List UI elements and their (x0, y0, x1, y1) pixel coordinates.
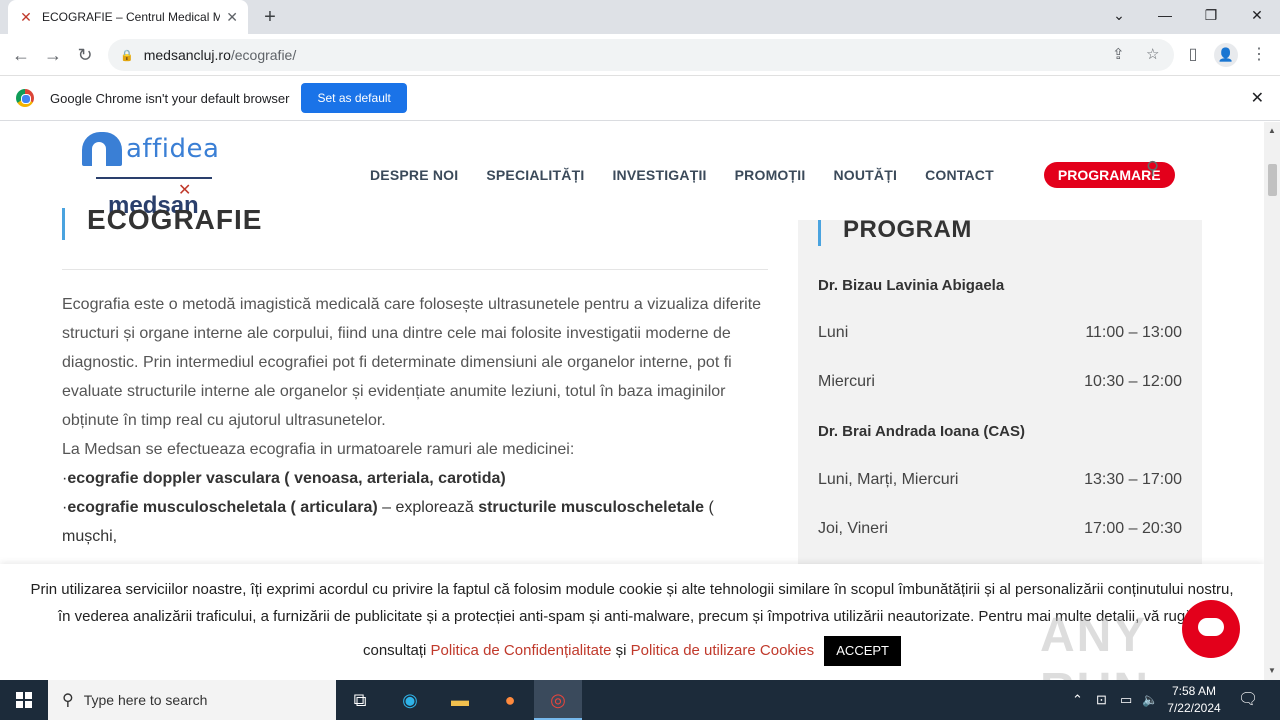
tray-overflow-icon[interactable]: ⌃ (1072, 680, 1083, 720)
doctor-name: Dr. Brai Andrada Ioana (CAS) (818, 423, 1025, 440)
task-view-icon[interactable]: ⧉ (336, 680, 384, 720)
menu-icon[interactable]: ⋮ (1248, 44, 1270, 64)
bookmark-star-icon[interactable]: ☆ (1146, 45, 1159, 63)
list-item: ·ecografie doppler vasculara ( venoasa, … (62, 470, 506, 487)
monitor-icon[interactable]: ▭ (1120, 680, 1132, 720)
firefox-icon[interactable]: ● (486, 680, 534, 720)
search-icon[interactable]: ⚲ (1146, 158, 1159, 179)
cookie-and-text: și (611, 641, 631, 659)
browser-tab[interactable]: ✕ ECOGRAFIE – Centrul Medical M ✕ (8, 0, 248, 34)
schedule-row: Joi, Vineri 17:00 – 20:30 (818, 520, 1182, 538)
edge-icon[interactable]: ◉ (386, 680, 434, 720)
scroll-down-arrow-icon[interactable]: ▼ (1268, 666, 1276, 675)
schedule-day: Miercuri (818, 373, 875, 390)
forward-button[interactable]: → (40, 42, 66, 68)
set-default-button[interactable]: Set as default (301, 83, 407, 113)
clock-time: 7:58 AM (1171, 684, 1217, 698)
logo-divider (96, 177, 212, 179)
url-path: /ecografie/ (230, 47, 297, 63)
nav-despre-noi[interactable]: DESPRE NOI (370, 167, 458, 183)
profile-avatar[interactable]: 👤 (1214, 43, 1238, 67)
nav-contact[interactable]: CONTACT (925, 167, 994, 183)
schedule-row: Miercuri 10:30 – 12:00 (818, 373, 1182, 391)
nav-promotii[interactable]: PROMOȚII (735, 167, 806, 183)
schedule-day: Luni (818, 324, 849, 341)
address-bar[interactable]: 🔒 medsancluj.ro /ecografie/ ⇪ ☆ (108, 39, 1174, 71)
cookie-line-1: Prin utilizarea serviciilor noastre, îți… (30, 581, 1234, 598)
intro-paragraph: Ecografia este o metodă imagistică medic… (62, 296, 762, 429)
chrome-taskbar-icon[interactable]: ◎ (534, 680, 582, 720)
web-viewport: affidea ✕ medsan DESPRE NOI SPECIALITĂȚI… (0, 122, 1264, 680)
start-button[interactable] (0, 680, 48, 720)
schedule-row: Luni 11:00 – 13:00 (818, 324, 1182, 342)
taskbar-search-placeholder: Type here to search (83, 692, 208, 708)
clock-date: 7/22/2024 (1167, 701, 1221, 715)
doctor-name: Dr. Bizau Lavinia Abigaela (818, 277, 1005, 294)
schedule-day: Joi, Vineri (818, 520, 888, 537)
sidebar-title-block: PROGRAM (818, 216, 972, 246)
chrome-logo-icon (16, 89, 34, 107)
lock-icon[interactable]: 🔒 (120, 49, 134, 62)
share-icon[interactable]: ⇪ (1112, 45, 1125, 63)
nav-specialitati[interactable]: SPECIALITĂȚI (486, 167, 584, 183)
schedule-day: Luni, Marți, Miercuri (818, 471, 959, 488)
close-tab-icon[interactable]: ✕ (226, 9, 238, 26)
search-icon: ⚲ (62, 692, 74, 709)
bullet-doppler: ecografie doppler vasculara ( venoasa, a… (67, 470, 506, 487)
title-divider (62, 269, 768, 270)
cookie-policy-link[interactable]: Politica de utilizare Cookies (631, 642, 814, 659)
tab-search-icon[interactable]: ⌄ (1096, 0, 1142, 30)
main-navigation: DESPRE NOI SPECIALITĂȚI INVESTIGAȚII PRO… (370, 162, 1175, 188)
cookie-consult-text: consultați (363, 641, 431, 659)
tab-title: ECOGRAFIE – Centrul Medical M (42, 10, 221, 24)
reload-button[interactable]: ↻ (72, 42, 98, 68)
chat-widget-button[interactable] (1182, 600, 1240, 658)
new-tab-button[interactable]: + (258, 5, 282, 29)
file-explorer-icon[interactable]: ▬ (436, 680, 484, 720)
scroll-up-arrow-icon[interactable]: ▲ (1268, 126, 1276, 135)
default-browser-infobar: Google Chrome isn't your default browser… (0, 76, 1280, 121)
schedule-row: Luni, Marți, Miercuri 13:30 – 17:00 (818, 471, 1182, 489)
affidea-logo-icon (82, 132, 122, 166)
schedule-hours: 10:30 – 12:00 (1084, 373, 1182, 390)
restore-button[interactable]: ❐ (1188, 0, 1234, 30)
back-button[interactable]: ← (8, 42, 34, 68)
side-panel-icon[interactable]: ▯ (1182, 44, 1204, 64)
page-scrollbar[interactable]: ▲ ▼ (1264, 122, 1280, 680)
scroll-thumb[interactable] (1268, 164, 1277, 196)
bullet-musculo: ecografie musculoscheletala ( articulara… (67, 499, 378, 516)
windows-logo-icon (16, 692, 32, 708)
close-infobar-icon[interactable]: ✕ (1251, 88, 1264, 108)
list-item: ·ecografie musculoscheletala ( articular… (62, 499, 714, 545)
page-title-block: ECOGRAFIE (62, 204, 263, 240)
bullet-musculo-mid: – explorează (377, 499, 479, 516)
nav-noutati[interactable]: NOUTĂȚI (833, 167, 897, 183)
schedule-hours: 11:00 – 13:00 (1085, 324, 1182, 341)
medsan-favicon-icon: ✕ (20, 9, 32, 25)
article-content: Ecografia este o metodă imagistică medic… (62, 290, 770, 551)
close-window-button[interactable]: ✕ (1234, 0, 1280, 30)
infobar-message: Google Chrome isn't your default browser (50, 90, 290, 106)
privacy-policy-link[interactable]: Politica de Confidențialitate (431, 642, 612, 659)
nav-investigatii[interactable]: INVESTIGAȚII (612, 167, 706, 183)
windows-taskbar: ⚲ Type here to search ⧉ ◉ ▬ ● ◎ ⌃ ⊡ ▭ 🔈 … (0, 680, 1280, 720)
logo-affidea-text: affidea (126, 134, 220, 164)
browser-toolbar: ← → ↻ 🔒 medsancluj.ro /ecografie/ ⇪ ☆ ▯ … (0, 34, 1280, 76)
accept-cookies-button[interactable]: ACCEPT (824, 636, 901, 666)
intro-list-lead: La Medsan se efectueaza ecografia in urm… (62, 441, 575, 458)
taskbar-clock[interactable]: 7:58 AM 7/22/2024 (1160, 683, 1228, 717)
schedule-hours: 13:30 – 17:00 (1084, 471, 1182, 488)
url-host: medsancluj.ro (143, 47, 231, 63)
sidebar-title: PROGRAM (843, 216, 972, 243)
browser-tabbar: ✕ ECOGRAFIE – Centrul Medical M ✕ + ⌄ — … (0, 0, 1280, 34)
taskbar-search[interactable]: ⚲ Type here to search (48, 680, 336, 720)
minimize-button[interactable]: — (1142, 0, 1188, 30)
network-icon[interactable]: ⊡ (1096, 680, 1107, 720)
schedule-hours: 17:00 – 20:30 (1084, 520, 1182, 537)
volume-icon[interactable]: 🔈 (1142, 680, 1158, 720)
page-title: ECOGRAFIE (87, 204, 263, 235)
bullet-musculo-structures: structurile musculoscheletale (478, 499, 705, 516)
notifications-icon[interactable]: 🗨 (1238, 680, 1258, 720)
